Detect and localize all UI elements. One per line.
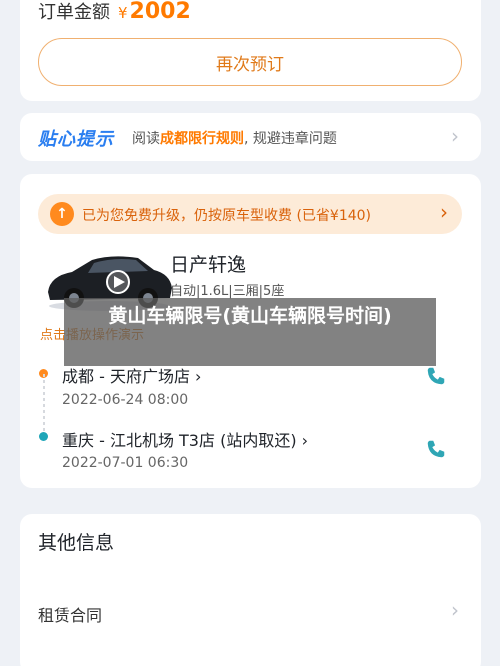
lease-contract-item[interactable]: 租赁合同	[38, 602, 102, 626]
chevron-right-icon[interactable]: ›	[451, 124, 459, 148]
upgrade-banner[interactable]: ↑ 已为您免费升级，仍按原车型收费 (已省¥140) ›	[38, 194, 462, 234]
order-amount-value: 2002	[129, 0, 191, 24]
chevron-right-icon[interactable]: ›	[451, 598, 459, 622]
car-spec: 自动|1.6L|三厢|5座	[170, 284, 285, 299]
pickup-time: 2022-06-24 08:00	[62, 392, 189, 408]
upgrade-text: 已为您免费升级，仍按原车型收费 (已省¥140)	[82, 208, 372, 224]
order-amount-row: 订单金额 ¥ 2002	[38, 0, 191, 24]
phone-icon[interactable]	[425, 365, 447, 387]
dropoff-location[interactable]: 重庆 - 江北机场 T3店 (站内取还) ›	[62, 427, 308, 451]
car-model-name: 日产轩逸	[170, 254, 247, 276]
currency-symbol: ¥	[118, 4, 128, 22]
tips-card[interactable]: 贴心提示 阅读成都限行规则, 规避违章问题 ›	[20, 113, 481, 161]
order-amount-label: 订单金额	[38, 2, 110, 23]
rebook-button[interactable]: 再次预订	[38, 38, 462, 86]
dropoff-dot	[39, 432, 48, 441]
other-info-card: 其他信息 租赁合同 ›	[20, 514, 481, 666]
chevron-right-icon: ›	[440, 200, 448, 224]
dropoff-time: 2022-07-01 06:30	[62, 455, 189, 471]
tips-text-after: , 规避违章问题	[244, 131, 337, 147]
pickup-location[interactable]: 成都 - 天府广场店 ›	[62, 363, 201, 387]
other-info-title: 其他信息	[38, 532, 115, 554]
caption-overlay: 黄山车辆限号(黄山车辆限号时间)	[64, 298, 436, 366]
tips-text: 阅读成都限行规则, 规避违章问题	[132, 128, 337, 148]
phone-icon[interactable]	[425, 438, 447, 460]
tips-title: 贴心提示	[38, 129, 114, 150]
arrow-up-icon: ↑	[50, 202, 74, 226]
route-timeline	[43, 374, 45, 436]
tips-text-before: 阅读	[132, 131, 160, 147]
order-card: 订单金额 ¥ 2002 再次预订	[20, 0, 481, 101]
restriction-rules-link[interactable]: 成都限行规则	[160, 131, 244, 147]
